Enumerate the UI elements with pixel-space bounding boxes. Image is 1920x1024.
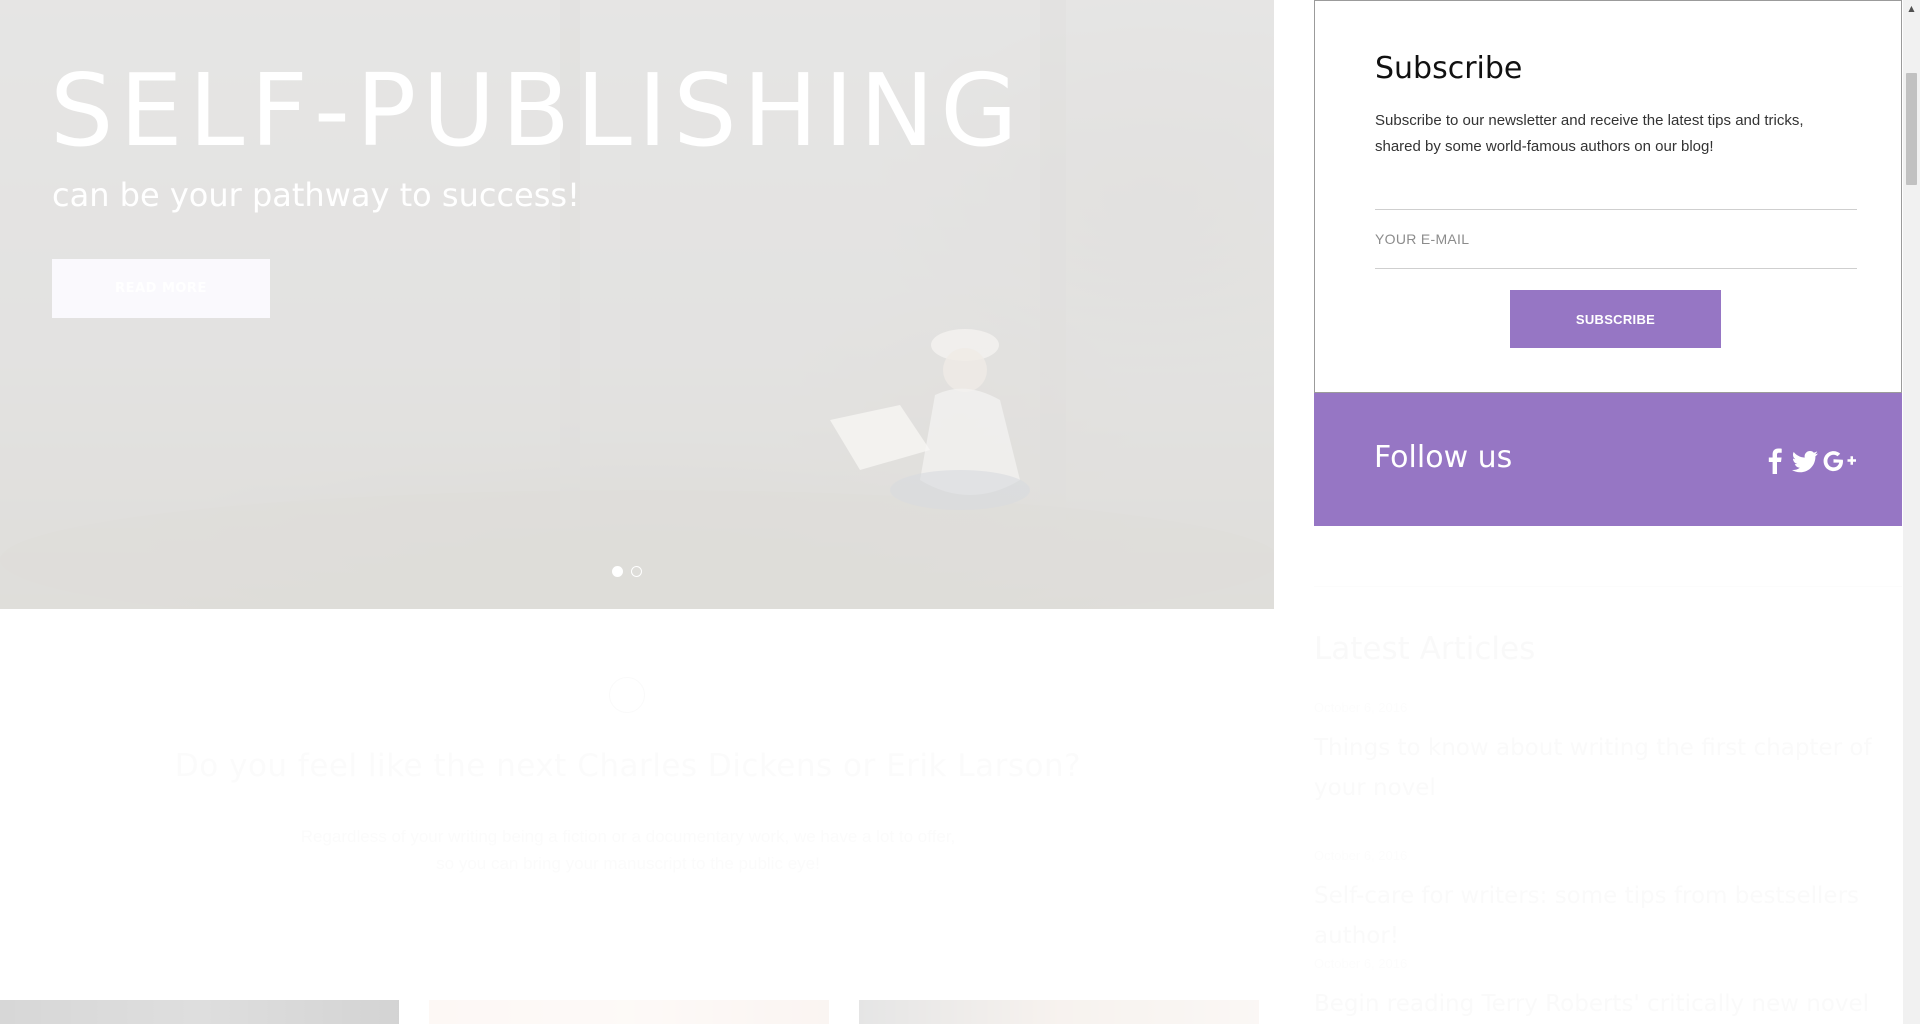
follow-us-title: Follow us (1374, 440, 1513, 475)
facebook-icon[interactable] (1760, 447, 1790, 475)
read-more-button[interactable]: READ MORE (52, 259, 270, 318)
subscribe-text: Subscribe to our newsletter and receive … (1375, 112, 1804, 155)
subscribe-panel: Subscribe Subscribe to our newsletter an… (1314, 0, 1902, 393)
sidebar-divider (1314, 586, 1902, 587)
article-date: October 6, 2016 (1314, 700, 1408, 715)
article-link[interactable]: Things to know about writing the first c… (1314, 728, 1884, 808)
intro-text-line-2: so you can bring your manuscript to the … (436, 854, 820, 873)
subscribe-button[interactable]: SUBSCRIBE (1510, 290, 1721, 348)
intro-text: Regardless of your writing being a ficti… (0, 823, 1256, 877)
twitter-icon[interactable] (1790, 447, 1820, 475)
email-field[interactable] (1375, 214, 1857, 264)
vertical-scrollbar[interactable]: ▲ (1903, 0, 1920, 1024)
intro-title: Do you feel like the next Charles Dicken… (174, 748, 1082, 784)
hero-title: SELF-PUBLISHING (50, 52, 1024, 169)
slider-dot-2[interactable] (631, 566, 642, 577)
latest-articles-title: Latest Articles (1314, 631, 1536, 667)
article-date: October 6, 2016 (1314, 848, 1408, 863)
article-link[interactable]: Self-care for writers: some tips from be… (1314, 876, 1884, 956)
scroll-up-arrow-icon[interactable]: ▲ (1903, 0, 1920, 17)
hero-subtitle: can be your pathway to success! (52, 176, 580, 214)
hero-slider: SELF-PUBLISHING can be your pathway to s… (0, 0, 1274, 609)
follow-us-panel: Follow us (1314, 393, 1902, 526)
slider-dot-1[interactable] (612, 566, 623, 577)
pen-nib-icon (609, 677, 645, 713)
thumbnail-laptop[interactable] (859, 1000, 1259, 1024)
thumbnail-typewriter[interactable] (0, 1000, 399, 1024)
intro-text-line-1: Regardless of your writing being a ficti… (300, 827, 956, 846)
google-plus-icon[interactable] (1822, 447, 1858, 475)
article-link[interactable]: Begin reading Terry Roberts' critically … (1314, 984, 1884, 1024)
email-field-top-border (1375, 209, 1857, 210)
slider-pagination (612, 566, 642, 577)
scrollbar-thumb[interactable] (1906, 73, 1917, 185)
subscribe-title: Subscribe (1375, 51, 1523, 86)
thumbnail-writing[interactable] (429, 1000, 829, 1024)
article-date: October 6, 2016 (1314, 956, 1408, 971)
email-field-bottom-border (1375, 268, 1857, 269)
